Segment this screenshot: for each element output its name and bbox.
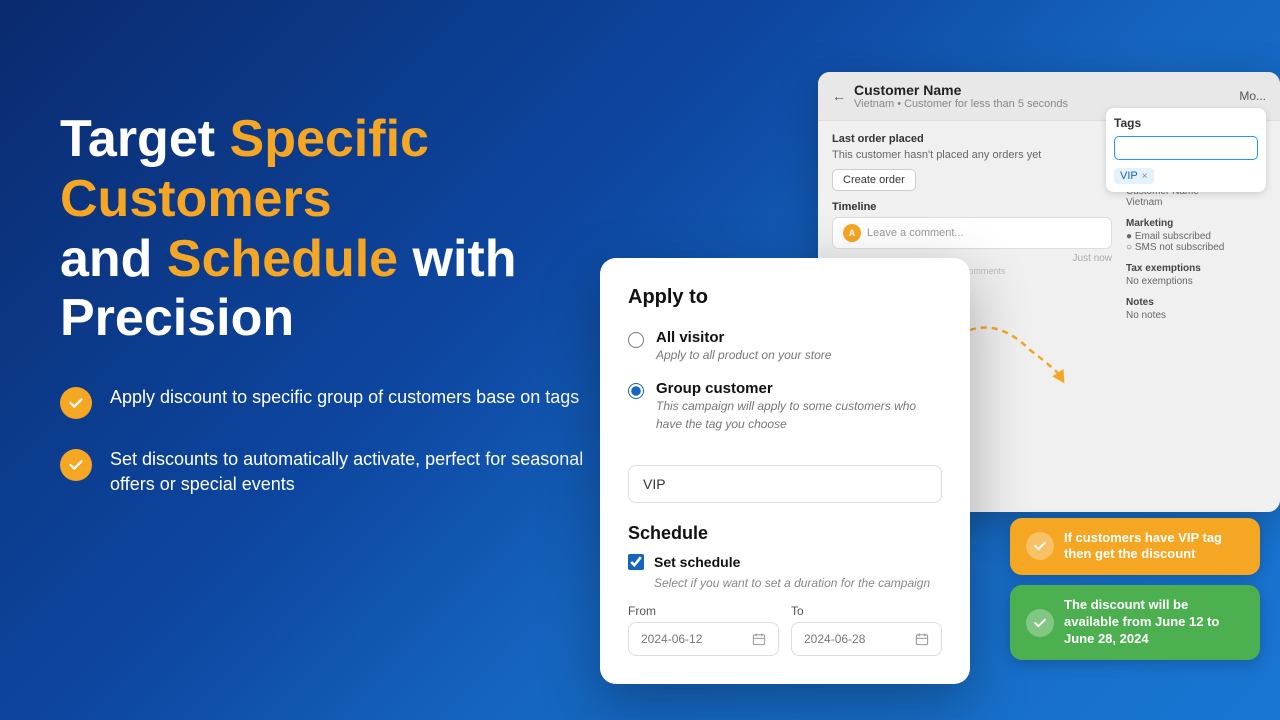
radio-all-visitor-input[interactable] [628, 332, 644, 348]
tax-section: Tax exemptions No exemptions [1126, 263, 1266, 287]
avatar: A [843, 224, 861, 242]
tag-value-input[interactable] [628, 465, 942, 503]
to-date-value: 2024-06-28 [804, 632, 865, 646]
check-icon-2 [60, 449, 92, 481]
radio-group-customer: Group customer This campaign will apply … [628, 380, 942, 433]
date-row: From 2024-06-12 To 2024-06-28 [628, 604, 942, 656]
left-section: Target Specific Customers and Schedule w… [60, 110, 600, 498]
features-list: Apply discount to specific group of cust… [60, 385, 600, 497]
marketing-label: Marketing [1126, 218, 1266, 229]
apply-to-title: Apply to [628, 286, 942, 309]
tax-label: Tax exemptions [1126, 263, 1266, 274]
back-arrow-icon[interactable]: ← [832, 88, 846, 104]
schedule-desc: Select if you want to set a duration for… [654, 576, 942, 590]
tax-value: No exemptions [1126, 276, 1266, 287]
vip-tag-chip[interactable]: VIP × [1114, 168, 1154, 184]
heading-line2-end: with [398, 230, 516, 288]
to-label: To [791, 604, 942, 618]
notification-cards: If customers have VIP tag then get the d… [1010, 518, 1260, 660]
tag-close-icon[interactable]: × [1142, 171, 1148, 182]
set-schedule-checkbox[interactable] [628, 554, 644, 570]
radio-all-visitor: All visitor Apply to all product on your… [628, 329, 942, 364]
feature-text-1: Apply discount to specific group of cust… [110, 385, 579, 410]
from-date-input[interactable]: 2024-06-12 [628, 622, 779, 656]
tags-floating-panel: Tags VIP × [1106, 108, 1266, 192]
radio-group-customer-label: Group customer [656, 380, 942, 397]
vip-tag-label: VIP [1120, 170, 1138, 182]
check-icon-1 [60, 387, 92, 419]
radio-all-visitor-label: All visitor [656, 329, 831, 346]
feature-item-1: Apply discount to specific group of cust… [60, 385, 600, 419]
radio-group: All visitor Apply to all product on your… [628, 329, 942, 433]
radio-group-customer-desc: This campaign will apply to some custome… [656, 399, 916, 431]
last-order-desc: This customer hasn't placed any orders y… [832, 149, 1112, 161]
set-schedule-label: Set schedule [654, 554, 740, 570]
schedule-section: Schedule Set schedule Select if you want… [628, 523, 942, 656]
feature-item-2: Set discounts to automatically activate,… [60, 447, 600, 497]
comment-placeholder: Leave a comment... [867, 227, 964, 239]
radio-all-visitor-content: All visitor Apply to all product on your… [656, 329, 831, 364]
heading-line2-white: and [60, 230, 167, 288]
radio-group-customer-content: Group customer This campaign will apply … [656, 380, 942, 433]
from-date-field: From 2024-06-12 [628, 604, 779, 656]
radio-group-customer-input[interactable] [628, 383, 644, 399]
calendar-icon-from [752, 632, 766, 646]
calendar-icon-to [915, 632, 929, 646]
marketing-section: Marketing ● Email subscribed ○ SMS not s… [1126, 218, 1266, 253]
heading-line1-white: Target [60, 110, 230, 168]
notif-text-1: If customers have VIP tag then get the d… [1064, 530, 1244, 564]
last-order-label: Last order placed [832, 133, 1112, 145]
notif-card-2: The discount will be available from June… [1010, 585, 1260, 660]
from-label: From [628, 604, 779, 618]
notes-label: Notes [1126, 297, 1266, 308]
from-date-value: 2024-06-12 [641, 632, 702, 646]
tags-panel-title: Tags [1114, 116, 1258, 130]
main-card: Apply to All visitor Apply to all produc… [600, 258, 970, 684]
to-date-input[interactable]: 2024-06-28 [791, 622, 942, 656]
comment-box[interactable]: A Leave a comment... [832, 217, 1112, 249]
email-sub: ● Email subscribed [1126, 231, 1266, 242]
main-heading: Target Specific Customers and Schedule w… [60, 110, 600, 349]
notif-card-1: If customers have VIP tag then get the d… [1010, 518, 1260, 576]
notif-text-2: The discount will be available from June… [1064, 597, 1244, 648]
customer-subtitle: Vietnam • Customer for less than 5 secon… [854, 98, 1068, 110]
panel-header-info: Customer Name Vietnam • Customer for les… [854, 82, 1068, 110]
create-order-button[interactable]: Create order [832, 169, 916, 191]
sms-not-sub: ○ SMS not subscribed [1126, 242, 1266, 253]
customer-name: Customer Name [854, 82, 1068, 98]
timeline-label: Timeline [832, 201, 1112, 213]
heading-line2-orange: Schedule [167, 230, 398, 288]
to-date-field: To 2024-06-28 [791, 604, 942, 656]
notif-check-icon-1 [1026, 532, 1054, 560]
dashed-arrow [960, 310, 1080, 390]
notif-check-icon-2 [1026, 609, 1054, 637]
notes-section: Notes No notes [1126, 297, 1266, 321]
set-schedule-row: Set schedule [628, 554, 942, 570]
feature-text-2: Set discounts to automatically activate,… [110, 447, 600, 497]
radio-all-visitor-desc: Apply to all product on your store [656, 348, 831, 362]
notes-value: No notes [1126, 310, 1266, 321]
tags-input[interactable] [1114, 136, 1258, 160]
more-button[interactable]: Mo... [1239, 89, 1266, 103]
schedule-title: Schedule [628, 523, 942, 544]
heading-line3: Precision [60, 289, 294, 347]
